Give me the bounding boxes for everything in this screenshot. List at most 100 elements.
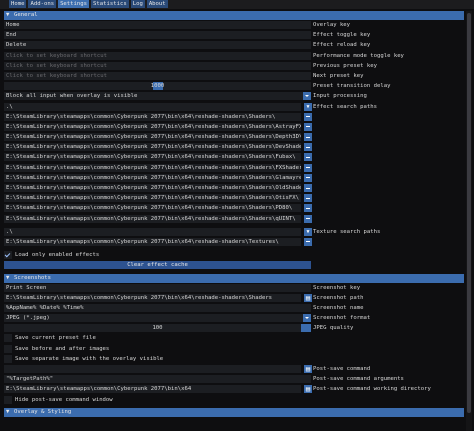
save-overlay-image-checkbox[interactable] [4, 354, 12, 363]
setting-next-preset-key: Click to set keyboard shortcut Next pres… [4, 71, 464, 81]
overlay-key-input[interactable]: Home [4, 21, 311, 29]
post-save-dir-input[interactable]: E:\SteamLibrary\steamapps\common\Cyberpu… [4, 385, 301, 394]
add-path-button[interactable]: ▼ [304, 227, 312, 236]
texture-path-input[interactable]: E:\SteamLibrary\steamapps\common\Cyberpu… [4, 237, 301, 246]
chevron-down-icon[interactable] [303, 314, 311, 323]
effect-toggle-key-input[interactable]: End [4, 31, 311, 40]
setting-hide-window: Hide post-save command window [4, 395, 464, 405]
screenshot-path-input[interactable]: E:\SteamLibrary\steamapps\common\Cyberpu… [4, 293, 301, 302]
remove-path-icon[interactable] [304, 204, 312, 213]
effect-path-input[interactable]: E:\SteamLibrary\steamapps\common\Cyberpu… [4, 214, 301, 223]
save-before-after-checkbox[interactable] [4, 344, 12, 353]
scrollbar[interactable] [466, 11, 472, 431]
texture-path-row: .\ Texture search paths ▼ [4, 227, 464, 237]
effect-path-input[interactable]: E:\SteamLibrary\steamapps\common\Cyberpu… [4, 112, 301, 121]
effect-path-input[interactable]: .\ [4, 102, 301, 111]
previous-preset-key-input[interactable]: Click to set keyboard shortcut [4, 61, 311, 70]
preset-transition-slider[interactable]: 1000 [4, 82, 311, 91]
tab-home[interactable]: Home [9, 0, 27, 8]
effect-path-row: E:\SteamLibrary\steamapps\common\Cyberpu… [4, 203, 464, 213]
clear-effect-cache-button[interactable]: Clear effect cache [4, 261, 311, 270]
tab-add-ons[interactable]: Add-ons [28, 0, 57, 8]
tab-log[interactable]: Log [130, 0, 145, 8]
screenshot-key-input[interactable]: Print Screen [4, 283, 311, 292]
tab-about[interactable]: About [146, 0, 168, 8]
post-save-command-input[interactable] [4, 365, 301, 373]
section-general-header[interactable]: ▼ General [4, 11, 464, 20]
effect-path-row: E:\SteamLibrary\steamapps\common\Cyberpu… [4, 193, 464, 203]
effect-path-input[interactable]: E:\SteamLibrary\steamapps\common\Cyberpu… [4, 122, 301, 131]
remove-path-icon[interactable] [304, 112, 312, 121]
effect-path-input[interactable]: E:\SteamLibrary\steamapps\common\Cyberpu… [4, 133, 301, 142]
screenshot-name-input[interactable]: %AppName% %Date% %Time% [4, 303, 311, 312]
remove-path-icon[interactable] [304, 173, 312, 182]
setting-jpeg-quality: 100 JPEG quality [4, 323, 464, 333]
remove-path-icon[interactable] [304, 143, 312, 152]
preset-transition-label: Preset transition delay [313, 83, 391, 90]
section-overlay-styling-header[interactable]: ▼ Overlay & Styling [4, 407, 464, 417]
tab-bar: Home Add-ons Settings Statistics Log Abo… [0, 0, 474, 9]
remove-path-icon[interactable] [304, 194, 312, 203]
effect-path-input[interactable]: E:\SteamLibrary\steamapps\common\Cyberpu… [4, 153, 301, 162]
effect-path-row: E:\SteamLibrary\steamapps\common\Cyberpu… [4, 214, 464, 224]
load-only-enabled-label: Load only enabled effects [15, 252, 100, 259]
effect-reload-key-input[interactable]: Delete [4, 41, 311, 50]
tab-settings[interactable]: Settings [58, 0, 90, 8]
remove-path-icon[interactable] [304, 153, 312, 162]
hide-window-label: Hide post-save command window [15, 396, 113, 403]
screenshot-key-label: Screenshot key [313, 284, 361, 291]
remove-path-icon[interactable] [304, 163, 312, 172]
folder-icon[interactable]: ▤ [304, 385, 312, 394]
hide-window-checkbox[interactable] [4, 395, 12, 404]
effect-path-row: E:\SteamLibrary\steamapps\common\Cyberpu… [4, 112, 464, 122]
setting-screenshot-key: Print Screen Screenshot key [4, 283, 464, 293]
section-title: Overlay & Styling [14, 408, 72, 415]
remove-path-icon[interactable] [304, 237, 312, 246]
screenshot-format-combo[interactable]: JPEG (*.jpeg) [4, 314, 311, 323]
performance-mode-key-input[interactable]: Click to set keyboard shortcut [4, 51, 311, 60]
setting-screenshot-name: %AppName% %Date% %Time% Screenshot name [4, 303, 464, 313]
setting-input-processing: Block all input when overlay is visible … [4, 91, 464, 101]
effect-path-input[interactable]: E:\SteamLibrary\steamapps\common\Cyberpu… [4, 184, 301, 192]
add-path-button[interactable]: ▼ [304, 102, 312, 111]
effect-path-input[interactable]: E:\SteamLibrary\steamapps\common\Cyberpu… [4, 163, 301, 172]
input-processing-value: Block all input when overlay is visible [6, 93, 138, 100]
remove-path-icon[interactable] [304, 184, 312, 192]
effect-path-input[interactable]: E:\SteamLibrary\steamapps\common\Cyberpu… [4, 173, 301, 182]
effect-path-input[interactable]: E:\SteamLibrary\steamapps\common\Cyberpu… [4, 204, 301, 213]
texture-search-paths-list: .\ Texture search paths ▼ E:\SteamLibrary\s… [4, 227, 464, 247]
input-processing-label: Input processing [313, 93, 367, 100]
effect-path-row: E:\SteamLibrary\steamapps\common\Cyberpu… [4, 173, 464, 183]
input-processing-combo[interactable]: Block all input when overlay is visible [4, 92, 311, 101]
post-save-args-input[interactable]: "%TargetPath%" [4, 375, 311, 384]
tab-statistics[interactable]: Statistics [91, 0, 129, 8]
chevron-down-icon[interactable] [303, 92, 311, 101]
folder-icon[interactable]: ▤ [304, 365, 312, 373]
next-preset-key-input[interactable]: Click to set keyboard shortcut [4, 71, 311, 80]
save-preset-checkbox[interactable] [4, 334, 12, 343]
effect-path-row: .\ Effect search paths ▼ [4, 102, 464, 112]
screenshot-path-label: Screenshot path [313, 294, 364, 301]
remove-path-icon[interactable] [304, 122, 312, 131]
setting-save-before-after: Save before and after images [4, 344, 464, 354]
setting-previous-preset-key: Click to set keyboard shortcut Previous … [4, 61, 464, 71]
jpeg-quality-label: JPEG quality [313, 325, 354, 332]
setting-effect-reload-key: Delete Effect reload key [4, 40, 464, 50]
effect-path-input[interactable]: E:\SteamLibrary\steamapps\common\Cyberpu… [4, 194, 301, 203]
folder-icon[interactable]: ▤ [304, 293, 312, 302]
texture-path-input[interactable]: .\ [4, 227, 301, 236]
effect-path-input[interactable]: E:\SteamLibrary\steamapps\common\Cyberpu… [4, 143, 301, 152]
save-overlay-image-label: Save separate image with the overlay vis… [15, 355, 164, 362]
previous-preset-key-label: Previous preset key [313, 62, 377, 69]
remove-path-icon[interactable] [304, 214, 312, 223]
effect-path-row: E:\SteamLibrary\steamapps\common\Cyberpu… [4, 183, 464, 193]
load-only-enabled-checkbox[interactable] [4, 251, 12, 260]
setting-performance-mode-key: Click to set keyboard shortcut Performan… [4, 51, 464, 61]
save-before-after-label: Save before and after images [15, 345, 110, 352]
remove-path-icon[interactable] [304, 133, 312, 142]
performance-mode-key-label: Performance mode toggle key [313, 52, 404, 59]
scrollbar-thumb[interactable] [467, 13, 471, 413]
overlay-key-label: Overlay key [313, 22, 351, 28]
section-screenshots-header[interactable]: ▼ Screenshots [4, 273, 464, 283]
jpeg-quality-slider[interactable]: 100 [4, 324, 311, 333]
